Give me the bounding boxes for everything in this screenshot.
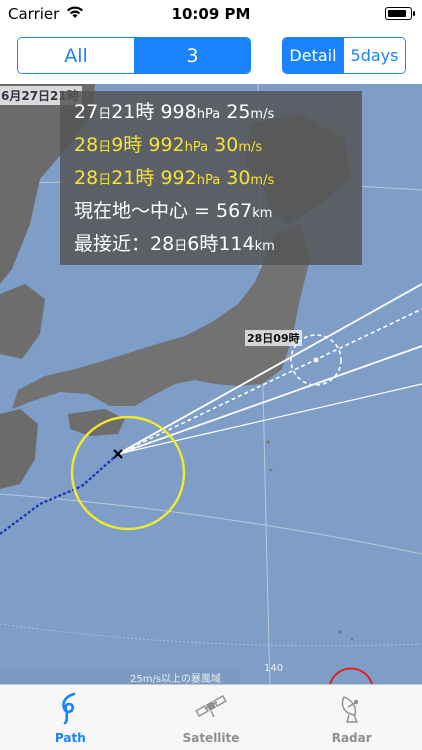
- forecast-line: 28日9時 992hPa 30m/s: [74, 129, 348, 162]
- forecast-line: 28日21時 992hPa 30m/s: [74, 162, 348, 195]
- filter-option-3[interactable]: 3: [134, 38, 250, 73]
- forecast-date: 28: [74, 167, 99, 189]
- distance-label: 現在地〜中心 =: [74, 200, 216, 222]
- forecast-pressure-unit: hPa: [196, 107, 221, 122]
- closest-hour: 6: [187, 233, 200, 255]
- closest-date: 28: [150, 233, 175, 255]
- status-time: 10:09 PM: [171, 5, 251, 23]
- forecast-wind: 25: [226, 101, 251, 123]
- forecast-date-unit: 日: [98, 173, 112, 188]
- closest-approach-line: 最接近：28日6時114km: [74, 228, 348, 261]
- forecast-hour: 9: [111, 134, 124, 156]
- radar-dish-icon: [341, 696, 358, 723]
- distance-unit: km: [252, 206, 273, 221]
- forecast-date-unit: 日: [98, 107, 112, 122]
- distance-line: 現在地〜中心 = 567km: [74, 195, 348, 228]
- view-segmented-control: Detail 5days: [282, 37, 406, 74]
- tab-path[interactable]: Path: [0, 685, 141, 750]
- filter-segmented-control: All 3: [17, 37, 251, 74]
- tab-label: Radar: [331, 731, 372, 745]
- closest-distance-unit: km: [254, 239, 275, 254]
- island: [350, 637, 354, 641]
- battery-icon: [385, 7, 415, 20]
- forecast-pressure: 992: [148, 134, 185, 156]
- view-option-detail[interactable]: Detail: [283, 38, 343, 73]
- forecast-date: 27: [74, 101, 99, 123]
- top-controls: All 3 Detail 5days: [0, 28, 422, 84]
- closest-hour-unit: 時: [199, 233, 219, 255]
- forecast-pressure: 992: [160, 167, 197, 189]
- distance-value: 567: [216, 200, 253, 222]
- forecast-date-unit: 日: [98, 140, 112, 155]
- forecast-wind: 30: [214, 134, 239, 156]
- island: [338, 630, 342, 634]
- forecast-center-point: [313, 357, 319, 363]
- tab-bar: Path Satellite Radar: [0, 684, 422, 750]
- longitude-label: 140: [264, 663, 284, 674]
- view-option-5days[interactable]: 5days: [343, 38, 405, 73]
- tab-satellite[interactable]: Satellite: [141, 685, 282, 750]
- satellite-icon: [195, 694, 227, 718]
- forecast-hour-unit: 時: [135, 101, 155, 123]
- closest-label: 最接近：: [74, 233, 151, 255]
- forecast-info-panel: 27日21時 998hPa 25m/s 28日9時 992hPa 30m/s 2…: [60, 91, 362, 265]
- typhoon-icon: [62, 692, 76, 725]
- island: [269, 468, 273, 472]
- status-bar: Carrier 10:09 PM: [0, 0, 422, 28]
- forecast-wind-unit: m/s: [250, 107, 275, 122]
- closest-distance-value: 114: [218, 233, 255, 255]
- tab-label: Path: [54, 731, 86, 745]
- island: [266, 440, 270, 444]
- forecast-wind: 30: [226, 167, 251, 189]
- forecast-hour-unit: 時: [135, 167, 155, 189]
- forecast-pressure-unit: hPa: [184, 140, 209, 155]
- forecast-wind-unit: m/s: [250, 173, 275, 188]
- forecast-time-label: 28日09時: [245, 330, 302, 346]
- forecast-hour: 21: [111, 101, 136, 123]
- forecast-line: 27日21時 998hPa 25m/s: [74, 96, 348, 129]
- forecast-pressure-unit: hPa: [196, 173, 221, 188]
- tab-radar[interactable]: Radar: [281, 685, 422, 750]
- closest-date-unit: 日: [174, 239, 188, 254]
- forecast-hour-unit: 時: [123, 134, 143, 156]
- typhoon-map[interactable]: 6月27日21時 28日09時 140 25m/s以上の暴風域 27日21時 9…: [0, 84, 422, 684]
- tab-label: Satellite: [182, 731, 240, 745]
- legend-strip: 25m/s以上の暴風域: [0, 670, 240, 684]
- forecast-pressure: 998: [160, 101, 197, 123]
- battery-level: [387, 9, 407, 17]
- forecast-hour: 21: [111, 167, 136, 189]
- forecast-date: 28: [74, 134, 99, 156]
- filter-option-all[interactable]: All: [18, 38, 134, 73]
- forecast-wind-unit: m/s: [238, 140, 263, 155]
